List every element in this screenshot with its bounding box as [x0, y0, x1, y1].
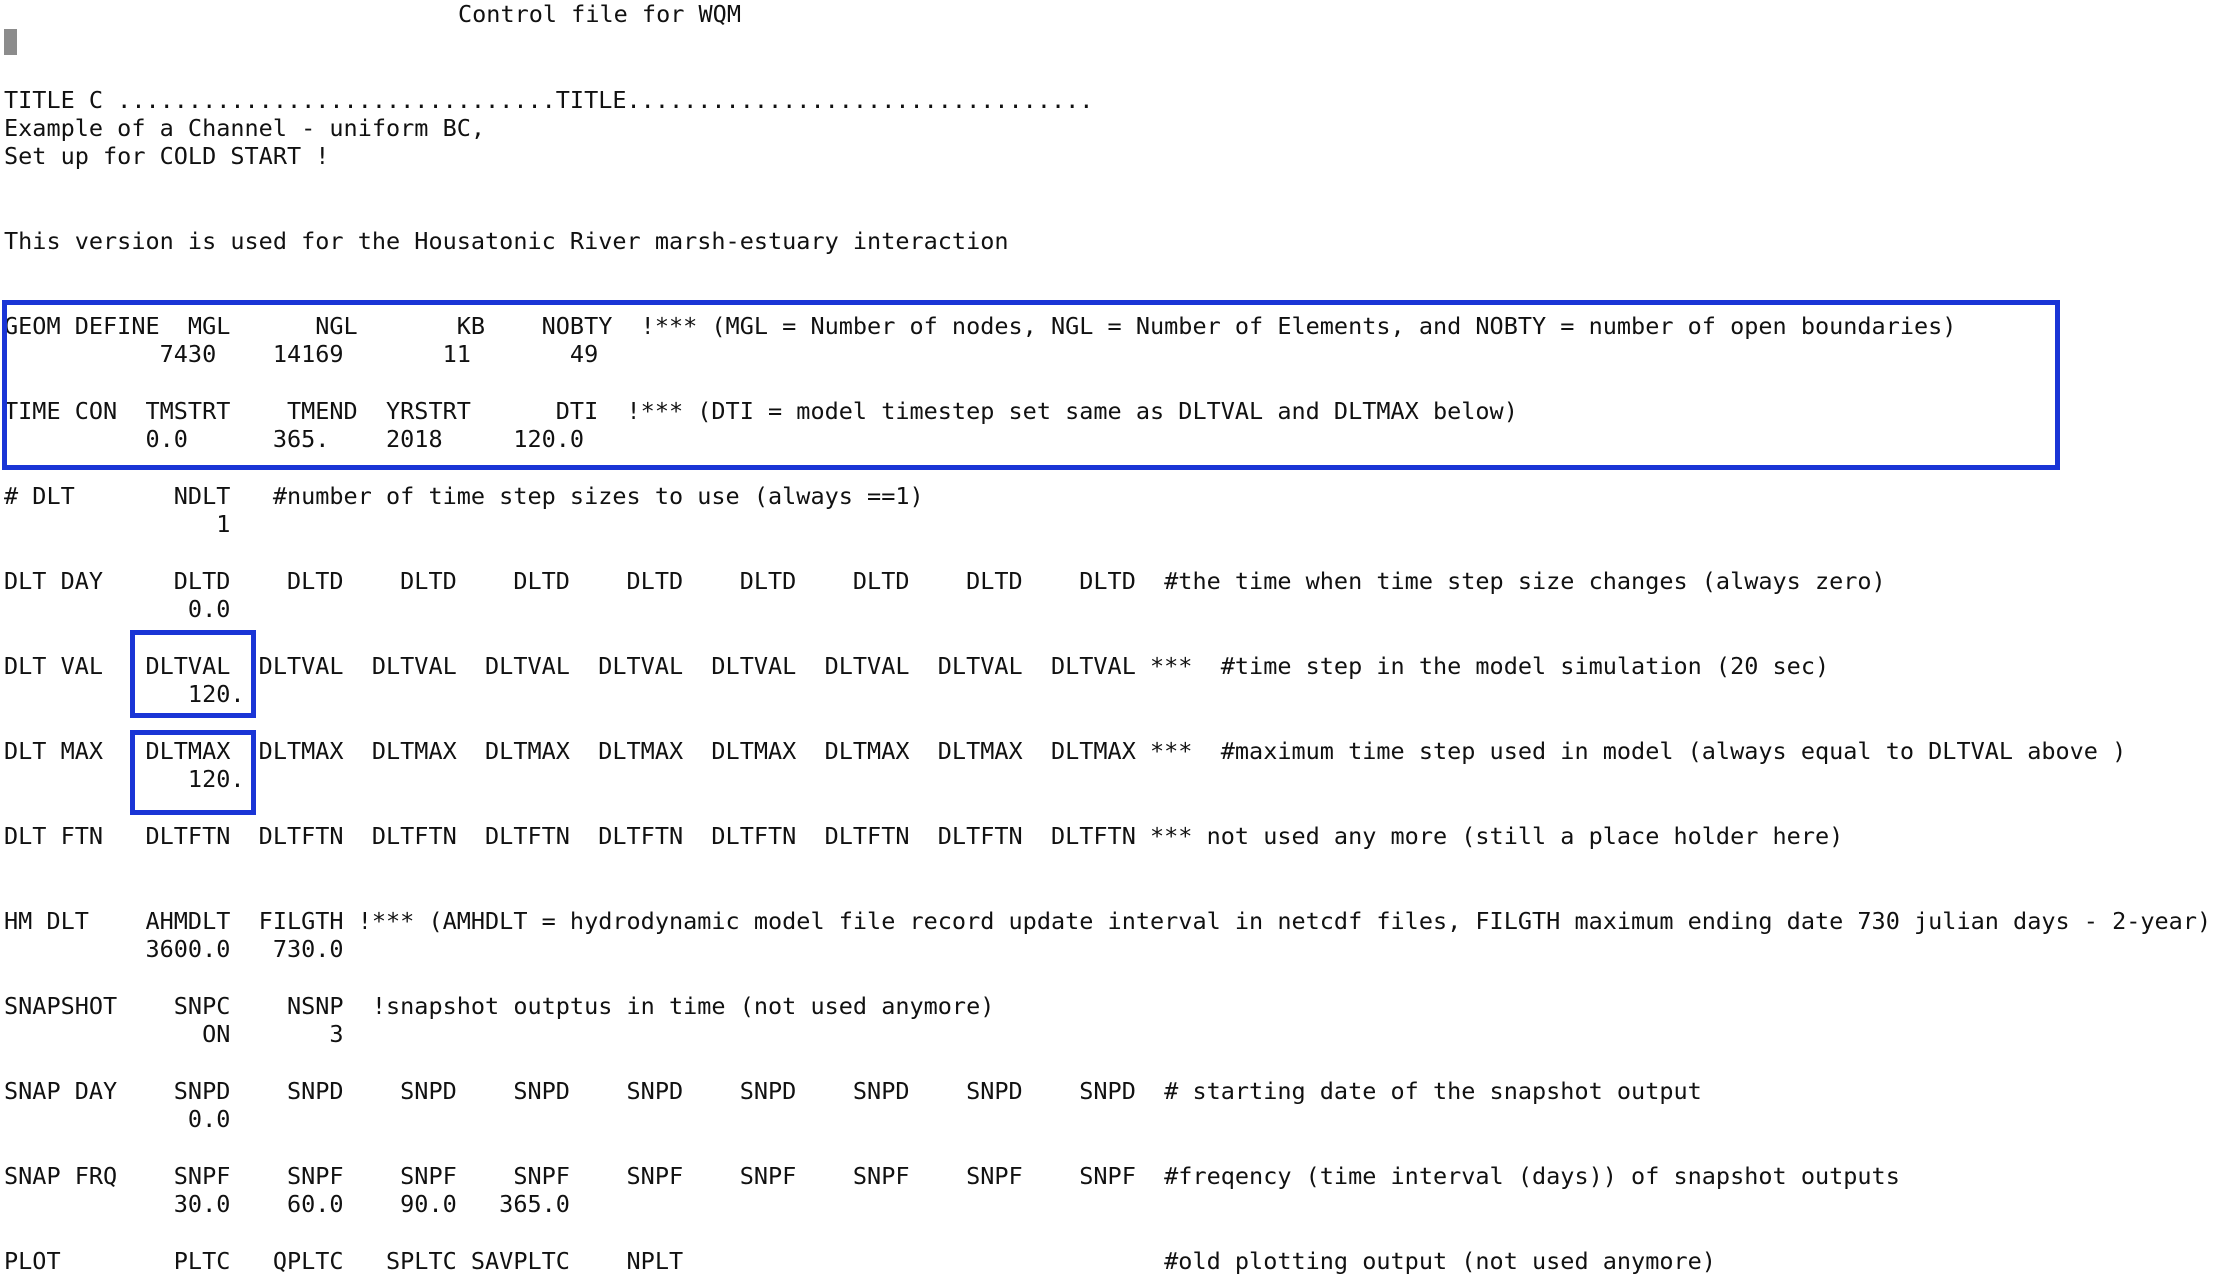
highlight-dltval-box — [130, 630, 256, 718]
snap-frq-values: 30.0 60.0 90.0 365.0 — [4, 1190, 570, 1218]
text-cursor — [4, 29, 17, 55]
hm-dlt-values: 3600.0 730.0 — [4, 935, 344, 963]
dlt-day-header: DLT DAY DLTD DLTD DLTD DLTD DLTD DLTD DL… — [4, 567, 1886, 595]
snapshot-header: SNAPSHOT SNPC NSNP !snapshot outptus in … — [4, 992, 995, 1020]
example-line: Example of a Channel - uniform BC, — [4, 114, 486, 142]
highlight-dltmax-box — [130, 730, 256, 815]
title-line: TITLE C ...............................T… — [4, 86, 1094, 114]
dlt-count-header: # DLT NDLT #number of time step sizes to… — [4, 482, 924, 510]
snap-day-header: SNAP DAY SNPD SNPD SNPD SNPD SNPD SNPD S… — [4, 1077, 1702, 1105]
dlt-day-value: 0.0 — [4, 595, 231, 623]
terminal-window[interactable]: Control file for WQM TITLE C ...........… — [0, 0, 2234, 1275]
dlt-ftn-header: DLT FTN DLTFTN DLTFTN DLTFTN DLTFTN DLTF… — [4, 822, 1844, 850]
plot-header: PLOT PLTC QPLTC SPLTC SAVPLTC NPLT #old … — [4, 1247, 1716, 1275]
hm-dlt-header: HM DLT AHMDLT FILGTH !*** (AMHDLT = hydr… — [4, 907, 2212, 935]
version-note-line: This version is used for the Housatonic … — [4, 227, 1009, 255]
snap-frq-header: SNAP FRQ SNPF SNPF SNPF SNPF SNPF SNPF S… — [4, 1162, 1900, 1190]
setup-line: Set up for COLD START ! — [4, 142, 330, 170]
dlt-count-value: 1 — [4, 510, 231, 538]
dlt-val-header: DLT VAL DLTVAL DLTVAL DLTVAL DLTVAL DLTV… — [4, 652, 1830, 680]
highlight-geom-time-box — [2, 300, 2060, 470]
snapshot-values: ON 3 — [4, 1020, 344, 1048]
dlt-max-header: DLT MAX DLTMAX DLTMAX DLTMAX DLTMAX DLTM… — [4, 737, 2127, 765]
snap-day-value: 0.0 — [4, 1105, 231, 1133]
file-title: Control file for WQM — [458, 0, 741, 28]
